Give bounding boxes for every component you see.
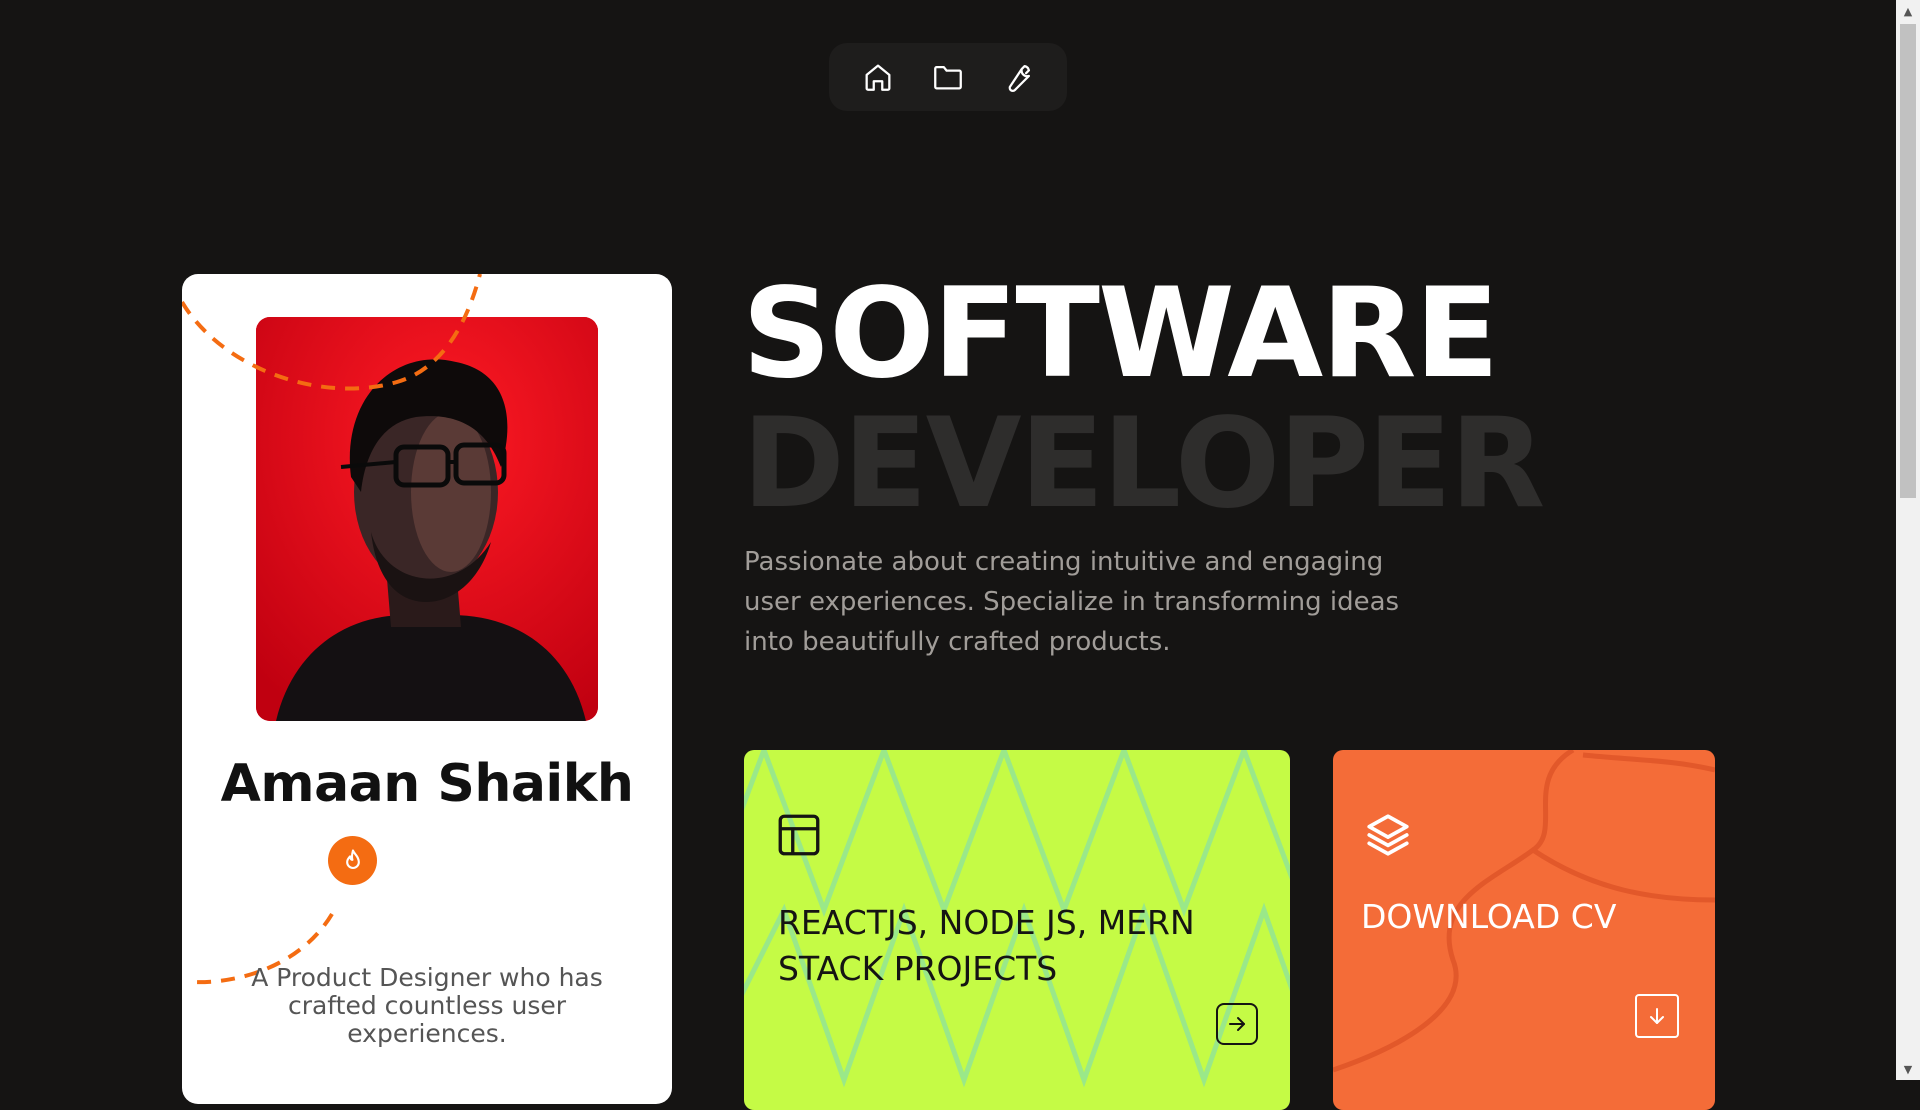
vertical-scrollbar[interactable]: ▲ ▼ [1896,0,1920,1080]
download-cv-tile[interactable]: DOWNLOAD CV [1333,750,1715,1110]
profile-photo [256,317,598,721]
top-nav [829,43,1067,111]
scroll-up-arrow-icon[interactable]: ▲ [1896,0,1920,22]
download-cv-button[interactable] [1635,994,1679,1038]
flame-badge [328,836,377,885]
arrow-right-icon [1229,1017,1245,1031]
hero-title-line1: SOFTWARE [742,262,1499,406]
nav-home-button[interactable] [850,49,906,105]
download-icon [1650,1008,1664,1024]
scroll-thumb[interactable] [1900,24,1916,498]
nav-projects-button[interactable] [920,49,976,105]
layers-icon [1367,814,1409,856]
projects-tile-label: REACTJS, NODE JS, MERN STACK PROJECTS [778,903,1195,988]
download-cv-label: DOWNLOAD CV [1361,897,1617,936]
profile-description: A Product Designer who has crafted count… [251,963,603,1048]
layout-icon [778,814,820,856]
hero-description: Passionate about creating intuitive and … [744,547,1400,657]
projects-arrow-button[interactable] [1216,1003,1258,1045]
hero-title-line2: DEVELOPER [742,392,1545,536]
scroll-down-arrow-icon[interactable]: ▼ [1896,1058,1920,1080]
profile-card: Amaan Shaikh A Product Designer who has … [182,274,672,1104]
projects-tile[interactable]: REACTJS, NODE JS, MERN STACK PROJECTS [744,750,1290,1110]
home-icon [865,64,891,91]
flame-icon [345,848,360,869]
folder-icon [934,65,962,90]
profile-name: Amaan Shaikh [220,754,634,814]
wrench-icon [1008,64,1031,93]
nav-tools-button[interactable] [990,49,1046,105]
